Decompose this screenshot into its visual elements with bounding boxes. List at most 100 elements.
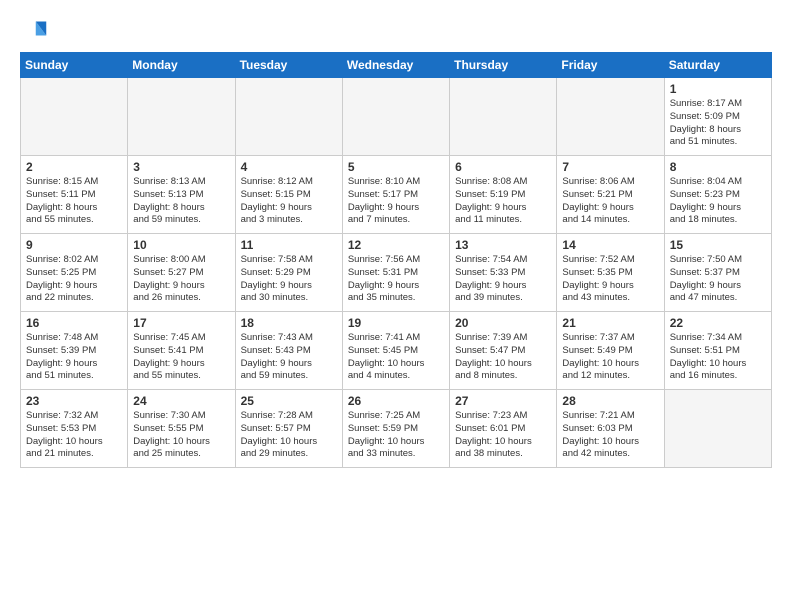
week-row-1: 1 Sunrise: 8:17 AM Sunset: 5:09 PM Daylig… bbox=[21, 78, 772, 156]
day-info: Sunrise: 7:41 AM Sunset: 5:45 PM Dayligh… bbox=[348, 332, 444, 383]
day-number: 9 bbox=[26, 238, 122, 252]
day-number: 10 bbox=[133, 238, 229, 252]
day-number: 2 bbox=[26, 160, 122, 174]
day-cell bbox=[342, 78, 449, 156]
day-info: Sunrise: 8:12 AM Sunset: 5:15 PM Dayligh… bbox=[241, 176, 337, 227]
day-number: 21 bbox=[562, 316, 658, 330]
day-number: 17 bbox=[133, 316, 229, 330]
day-number: 14 bbox=[562, 238, 658, 252]
day-cell bbox=[557, 78, 664, 156]
weekday-header-row: SundayMondayTuesdayWednesdayThursdayFrid… bbox=[21, 53, 772, 78]
day-info: Sunrise: 8:10 AM Sunset: 5:17 PM Dayligh… bbox=[348, 176, 444, 227]
day-cell: 17 Sunrise: 7:45 AM Sunset: 5:41 PM Dayli… bbox=[128, 312, 235, 390]
day-cell: 25Sunrise: 7:28 AM Sunset: 5:57 PM Dayli… bbox=[235, 390, 342, 468]
weekday-header-thursday: Thursday bbox=[450, 53, 557, 78]
day-cell: 3 Sunrise: 8:13 AM Sunset: 5:13 PM Daylig… bbox=[128, 156, 235, 234]
day-number: 19 bbox=[348, 316, 444, 330]
day-info: Sunrise: 8:04 AM Sunset: 5:23 PM Dayligh… bbox=[670, 176, 766, 227]
day-cell: 8Sunrise: 8:04 AM Sunset: 5:23 PM Daylig… bbox=[664, 156, 771, 234]
day-number: 3 bbox=[133, 160, 229, 174]
day-cell: 13Sunrise: 7:54 AM Sunset: 5:33 PM Dayli… bbox=[450, 234, 557, 312]
day-info: Sunrise: 8:15 AM Sunset: 5:11 PM Dayligh… bbox=[26, 176, 122, 227]
day-cell: 9 Sunrise: 8:02 AM Sunset: 5:25 PM Daylig… bbox=[21, 234, 128, 312]
day-cell: 15 Sunrise: 7:50 AM Sunset: 5:37 PM Dayli… bbox=[664, 234, 771, 312]
logo-icon bbox=[20, 18, 48, 46]
day-info: Sunrise: 7:39 AM Sunset: 5:47 PM Dayligh… bbox=[455, 332, 551, 383]
day-number: 22 bbox=[670, 316, 766, 330]
day-number: 1 bbox=[670, 82, 766, 96]
day-cell: 16Sunrise: 7:48 AM Sunset: 5:39 PM Dayli… bbox=[21, 312, 128, 390]
day-info: Sunrise: 8:13 AM Sunset: 5:13 PM Dayligh… bbox=[133, 176, 229, 227]
week-row-5: 23 Sunrise: 7:32 AM Sunset: 5:53 PM Dayli… bbox=[21, 390, 772, 468]
day-cell: 5 Sunrise: 8:10 AM Sunset: 5:17 PM Daylig… bbox=[342, 156, 449, 234]
day-cell: 20 Sunrise: 7:39 AM Sunset: 5:47 PM Dayli… bbox=[450, 312, 557, 390]
day-cell: 11 Sunrise: 7:58 AM Sunset: 5:29 PM Dayli… bbox=[235, 234, 342, 312]
weekday-header-friday: Friday bbox=[557, 53, 664, 78]
day-cell: 24 Sunrise: 7:30 AM Sunset: 5:55 PM Dayli… bbox=[128, 390, 235, 468]
day-cell: 7 Sunrise: 8:06 AM Sunset: 5:21 PM Daylig… bbox=[557, 156, 664, 234]
week-row-3: 9 Sunrise: 8:02 AM Sunset: 5:25 PM Daylig… bbox=[21, 234, 772, 312]
week-row-4: 16Sunrise: 7:48 AM Sunset: 5:39 PM Dayli… bbox=[21, 312, 772, 390]
page-container: SundayMondayTuesdayWednesdayThursdayFrid… bbox=[0, 0, 792, 478]
day-info: Sunrise: 7:23 AM Sunset: 6:01 PM Dayligh… bbox=[455, 410, 551, 461]
day-number: 4 bbox=[241, 160, 337, 174]
day-number: 6 bbox=[455, 160, 551, 174]
day-cell: 19 Sunrise: 7:41 AM Sunset: 5:45 PM Dayli… bbox=[342, 312, 449, 390]
day-info: Sunrise: 8:06 AM Sunset: 5:21 PM Dayligh… bbox=[562, 176, 658, 227]
week-row-2: 2 Sunrise: 8:15 AM Sunset: 5:11 PM Daylig… bbox=[21, 156, 772, 234]
weekday-header-monday: Monday bbox=[128, 53, 235, 78]
day-number: 15 bbox=[670, 238, 766, 252]
day-number: 13 bbox=[455, 238, 551, 252]
day-cell: 1 Sunrise: 8:17 AM Sunset: 5:09 PM Daylig… bbox=[664, 78, 771, 156]
day-number: 23 bbox=[26, 394, 122, 408]
day-number: 18 bbox=[241, 316, 337, 330]
day-info: Sunrise: 7:25 AM Sunset: 5:59 PM Dayligh… bbox=[348, 410, 444, 461]
day-info: Sunrise: 7:56 AM Sunset: 5:31 PM Dayligh… bbox=[348, 254, 444, 305]
day-number: 28 bbox=[562, 394, 658, 408]
day-number: 12 bbox=[348, 238, 444, 252]
weekday-header-tuesday: Tuesday bbox=[235, 53, 342, 78]
day-cell: 2 Sunrise: 8:15 AM Sunset: 5:11 PM Daylig… bbox=[21, 156, 128, 234]
day-cell: 23 Sunrise: 7:32 AM Sunset: 5:53 PM Dayli… bbox=[21, 390, 128, 468]
day-info: Sunrise: 7:37 AM Sunset: 5:49 PM Dayligh… bbox=[562, 332, 658, 383]
day-cell: 10 Sunrise: 8:00 AM Sunset: 5:27 PM Dayli… bbox=[128, 234, 235, 312]
weekday-header-sunday: Sunday bbox=[21, 53, 128, 78]
day-number: 20 bbox=[455, 316, 551, 330]
day-info: Sunrise: 8:00 AM Sunset: 5:27 PM Dayligh… bbox=[133, 254, 229, 305]
day-cell bbox=[21, 78, 128, 156]
day-cell: 26 Sunrise: 7:25 AM Sunset: 5:59 PM Dayli… bbox=[342, 390, 449, 468]
day-cell: 14 Sunrise: 7:52 AM Sunset: 5:35 PM Dayli… bbox=[557, 234, 664, 312]
day-info: Sunrise: 7:43 AM Sunset: 5:43 PM Dayligh… bbox=[241, 332, 337, 383]
day-info: Sunrise: 8:17 AM Sunset: 5:09 PM Dayligh… bbox=[670, 98, 766, 149]
day-info: Sunrise: 7:21 AM Sunset: 6:03 PM Dayligh… bbox=[562, 410, 658, 461]
day-cell: 28 Sunrise: 7:21 AM Sunset: 6:03 PM Dayli… bbox=[557, 390, 664, 468]
day-cell bbox=[128, 78, 235, 156]
day-cell: 22 Sunrise: 7:34 AM Sunset: 5:51 PM Dayli… bbox=[664, 312, 771, 390]
day-cell bbox=[450, 78, 557, 156]
header bbox=[20, 18, 772, 46]
day-info: Sunrise: 7:50 AM Sunset: 5:37 PM Dayligh… bbox=[670, 254, 766, 305]
day-cell: 6 Sunrise: 8:08 AM Sunset: 5:19 PM Daylig… bbox=[450, 156, 557, 234]
day-info: Sunrise: 7:34 AM Sunset: 5:51 PM Dayligh… bbox=[670, 332, 766, 383]
day-number: 27 bbox=[455, 394, 551, 408]
day-number: 25 bbox=[241, 394, 337, 408]
day-number: 5 bbox=[348, 160, 444, 174]
day-number: 7 bbox=[562, 160, 658, 174]
calendar-table: SundayMondayTuesdayWednesdayThursdayFrid… bbox=[20, 52, 772, 468]
day-info: Sunrise: 7:48 AM Sunset: 5:39 PM Dayligh… bbox=[26, 332, 122, 383]
day-cell: 27 Sunrise: 7:23 AM Sunset: 6:01 PM Dayli… bbox=[450, 390, 557, 468]
day-number: 26 bbox=[348, 394, 444, 408]
day-info: Sunrise: 7:45 AM Sunset: 5:41 PM Dayligh… bbox=[133, 332, 229, 383]
day-info: Sunrise: 7:58 AM Sunset: 5:29 PM Dayligh… bbox=[241, 254, 337, 305]
day-info: Sunrise: 7:30 AM Sunset: 5:55 PM Dayligh… bbox=[133, 410, 229, 461]
day-info: Sunrise: 8:08 AM Sunset: 5:19 PM Dayligh… bbox=[455, 176, 551, 227]
day-info: Sunrise: 7:52 AM Sunset: 5:35 PM Dayligh… bbox=[562, 254, 658, 305]
day-cell: 12 Sunrise: 7:56 AM Sunset: 5:31 PM Dayli… bbox=[342, 234, 449, 312]
weekday-header-wednesday: Wednesday bbox=[342, 53, 449, 78]
day-cell bbox=[235, 78, 342, 156]
day-info: Sunrise: 7:32 AM Sunset: 5:53 PM Dayligh… bbox=[26, 410, 122, 461]
day-number: 11 bbox=[241, 238, 337, 252]
day-cell: 21 Sunrise: 7:37 AM Sunset: 5:49 PM Dayli… bbox=[557, 312, 664, 390]
day-info: Sunrise: 8:02 AM Sunset: 5:25 PM Dayligh… bbox=[26, 254, 122, 305]
day-number: 24 bbox=[133, 394, 229, 408]
